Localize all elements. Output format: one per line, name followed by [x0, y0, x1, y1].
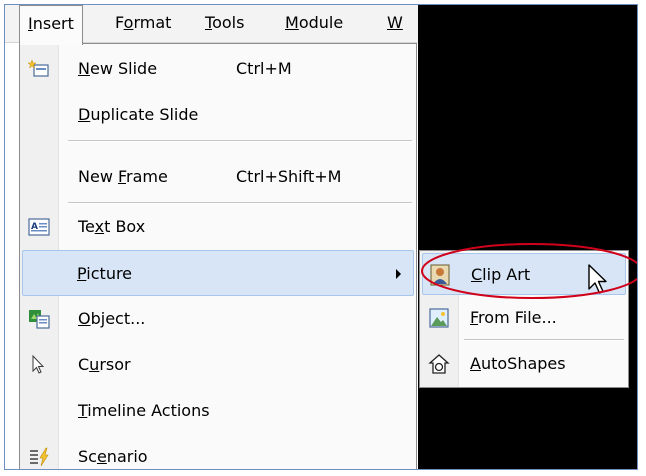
autoshapes-icon [428, 354, 450, 374]
menu-item-cursor[interactable]: Cursor [22, 342, 414, 388]
menu-item-scenario[interactable]: Scenario [22, 434, 414, 469]
menu-insert[interactable]: Insert [19, 5, 83, 45]
menu-item-label: AutoShapes [470, 354, 566, 373]
screenshot-frame: Insert Format Tools Module W New Slide C… [4, 4, 638, 470]
picture-file-icon [429, 308, 449, 328]
menu-item-label: New Frame [78, 167, 168, 186]
menu-label-part: odule [298, 13, 344, 32]
object-icon [29, 310, 50, 329]
scenario-icon [30, 447, 49, 467]
submenu-arrow-icon [396, 269, 401, 279]
menu-accelerator: M [285, 13, 299, 32]
menu-accelerator: o [123, 13, 134, 32]
shortcut-label: Ctrl+Shift+M [236, 167, 342, 186]
menu-accelerator: T [205, 13, 213, 32]
menu-item-label: Timeline Actions [78, 401, 210, 420]
menu-item-label: New Slide [78, 59, 158, 78]
menu-item-timeline-actions[interactable]: Timeline Actions [22, 388, 414, 434]
menu-separator [68, 140, 412, 142]
menu-item-picture[interactable]: Picture [22, 250, 414, 296]
menu-accelerator: W [387, 13, 403, 32]
menu-item-label: Cursor [78, 355, 131, 374]
menu-item-text-box[interactable]: A Text Box [22, 204, 414, 250]
menu-label-part: ools [212, 13, 245, 32]
submenu-item-from-file[interactable]: From File... [422, 297, 626, 339]
menu-item-new-slide[interactable]: New Slide Ctrl+M [22, 46, 414, 92]
cursor-arrow-icon [32, 355, 45, 374]
menu-item-label: Text Box [78, 217, 146, 236]
menu-item-label: Object... [78, 309, 146, 328]
menu-label-part: F [115, 13, 124, 32]
menu-tools[interactable]: Tools [197, 5, 252, 43]
menu-item-label: Duplicate Slide [78, 105, 199, 124]
menu-module[interactable]: Module [277, 5, 351, 43]
new-slide-icon [28, 59, 49, 77]
menu-label-part: rmat [133, 13, 172, 32]
menu-item-label: Scenario [78, 447, 148, 466]
menu-separator [464, 339, 624, 341]
shortcut-label: Ctrl+M [236, 59, 292, 78]
menu-item-object[interactable]: Object... [22, 296, 414, 342]
menu-format[interactable]: Format [107, 5, 179, 43]
menu-window[interactable]: W [379, 5, 411, 43]
menu-item-duplicate-slide[interactable]: Duplicate Slide [22, 92, 414, 138]
submenu-item-autoshapes[interactable]: AutoShapes [422, 343, 626, 385]
insert-menu-dropdown: New Slide Ctrl+M Duplicate Slide New Fra… [19, 43, 417, 469]
application-canvas [418, 5, 637, 469]
menu-item-new-frame[interactable]: New Frame Ctrl+Shift+M [22, 154, 414, 200]
menu-item-label: From File... [470, 308, 557, 327]
menu-bar: Insert Format Tools Module W [5, 5, 418, 45]
menu-item-label: Picture [77, 264, 133, 283]
annotation-ellipse [421, 243, 637, 299]
text-box-icon: A [28, 218, 50, 236]
menu-label-part: nsert [32, 14, 74, 33]
